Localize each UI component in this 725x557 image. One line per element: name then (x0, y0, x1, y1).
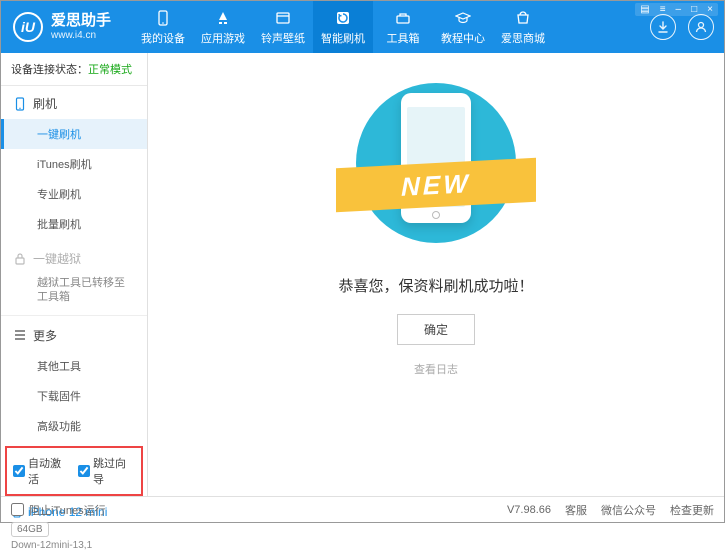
graduation-icon (454, 9, 472, 27)
logo-icon: iU (13, 12, 43, 42)
apps-icon (214, 9, 232, 27)
sidebar-item-pro[interactable]: 专业刷机 (1, 179, 147, 209)
sidebar-item-advanced[interactable]: 高级功能 (1, 411, 147, 441)
section-more: 更多 其他工具 下载固件 高级功能 (1, 318, 147, 443)
logo-area: iU 爱思助手 www.i4.cn (1, 12, 123, 42)
sidebar-head-jailbreak[interactable]: 一键越狱 (1, 243, 147, 274)
connection-status: 设备连接状态：正常模式 (1, 53, 147, 86)
device-storage: 64GB (11, 522, 49, 537)
list-icon (13, 328, 27, 342)
success-illustration: NEW (326, 83, 546, 253)
new-ribbon: NEW (336, 158, 536, 212)
refresh-icon (334, 9, 352, 27)
store-icon (514, 9, 532, 27)
footer-update[interactable]: 检查更新 (670, 502, 714, 518)
footer-right: V7.98.66 客服 微信公众号 检查更新 (507, 502, 714, 518)
view-log-link[interactable]: 查看日志 (414, 361, 458, 377)
confirm-button[interactable]: 确定 (397, 314, 475, 345)
menu-icon[interactable]: ▤ (635, 3, 654, 16)
nav-ringtones[interactable]: 铃声壁纸 (253, 1, 313, 53)
status-value: 正常模式 (88, 64, 132, 76)
section-jailbreak: 一键越狱 越狱工具已转移至工具箱 (1, 241, 147, 313)
block-itunes-input[interactable] (11, 503, 24, 516)
toolbox-icon (394, 9, 412, 27)
phone-icon (154, 9, 172, 27)
minimize-icon[interactable]: – (671, 3, 687, 16)
version-label: V7.98.66 (507, 504, 551, 516)
sidebar-head-flash[interactable]: 刷机 (1, 88, 147, 119)
nav-tutorials[interactable]: 教程中心 (433, 1, 493, 53)
device-model: Down-12mini-13,1 (11, 540, 137, 551)
auto-activate-input[interactable] (13, 465, 25, 477)
header: iU 爱思助手 www.i4.cn 我的设备 应用游戏 铃声壁纸 智能刷机 (1, 1, 724, 53)
footer-wechat[interactable]: 微信公众号 (601, 502, 656, 518)
sidebar: 设备连接状态：正常模式 刷机 一键刷机 iTunes刷机 专业刷机 批量刷机 一… (1, 53, 148, 496)
footer-support[interactable]: 客服 (565, 502, 587, 518)
phone-home-icon (432, 211, 440, 219)
main-panel: NEW 恭喜您，保资料刷机成功啦！ 确定 查看日志 (148, 53, 724, 496)
sidebar-item-firmware[interactable]: 下载固件 (1, 381, 147, 411)
nav-smart-flash[interactable]: 智能刷机 (313, 1, 373, 53)
user-button[interactable] (688, 14, 714, 40)
top-nav: 我的设备 应用游戏 铃声壁纸 智能刷机 工具箱 教程中心 (133, 1, 553, 53)
sidebar-item-itunes[interactable]: iTunes刷机 (1, 149, 147, 179)
header-right (650, 14, 724, 40)
skip-guide-input[interactable] (78, 465, 90, 477)
block-itunes-checkbox[interactable]: 阻止iTunes运行 (11, 502, 106, 518)
phone-outline-icon (13, 97, 27, 111)
wallpaper-icon (274, 9, 292, 27)
divider (1, 315, 147, 316)
checkbox-skip-guide[interactable]: 跳过向导 (78, 455, 135, 487)
success-message: 恭喜您，保资料刷机成功啦！ (338, 275, 533, 296)
lock-icon (13, 252, 27, 266)
sidebar-item-other[interactable]: 其他工具 (1, 351, 147, 381)
app-title: 爱思助手 (51, 13, 111, 30)
app-url: www.i4.cn (51, 30, 111, 41)
body: 设备连接状态：正常模式 刷机 一键刷机 iTunes刷机 专业刷机 批量刷机 一… (1, 53, 724, 496)
download-button[interactable] (650, 14, 676, 40)
sidebar-item-oneclick[interactable]: 一键刷机 (1, 119, 147, 149)
footer: 阻止iTunes运行 V7.98.66 客服 微信公众号 检查更新 (1, 496, 724, 522)
nav-store[interactable]: 爱思商城 (493, 1, 553, 53)
checkbox-auto-activate[interactable]: 自动激活 (13, 455, 70, 487)
sidebar-item-batch[interactable]: 批量刷机 (1, 209, 147, 239)
nav-apps[interactable]: 应用游戏 (193, 1, 253, 53)
nav-my-device[interactable]: 我的设备 (133, 1, 193, 53)
nav-toolbox[interactable]: 工具箱 (373, 1, 433, 53)
section-flash: 刷机 一键刷机 iTunes刷机 专业刷机 批量刷机 (1, 86, 147, 241)
logo-text: 爱思助手 www.i4.cn (51, 13, 111, 41)
sidebar-head-more[interactable]: 更多 (1, 320, 147, 351)
jailbreak-note: 越狱工具已转移至工具箱 (1, 274, 147, 311)
app-window: ▤ ≡ – □ × iU 爱思助手 www.i4.cn 我的设备 应用游戏 (0, 0, 725, 523)
highlighted-checkbox-panel: 自动激活 跳过向导 (5, 446, 143, 496)
